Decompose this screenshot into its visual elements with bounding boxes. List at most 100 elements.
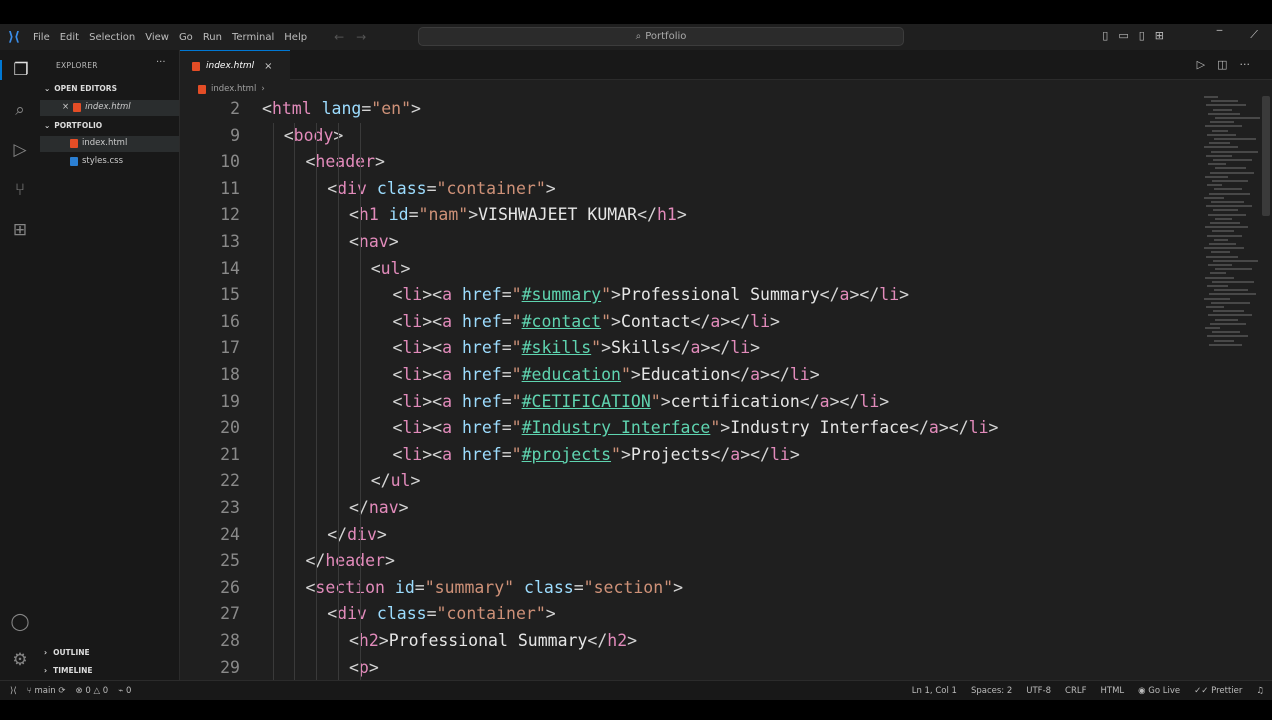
line-number[interactable]: 15	[180, 285, 240, 304]
run-debug-icon[interactable]: ▷	[0, 140, 40, 160]
extensions-icon[interactable]: ⊞	[0, 220, 40, 240]
code-line[interactable]: 24 </div>	[180, 525, 1200, 549]
forward-arrow-icon[interactable]: →	[356, 30, 366, 44]
code-line[interactable]: 14 <ul>	[180, 259, 1200, 283]
indentation[interactable]: Spaces: 2	[971, 686, 1012, 696]
code-line[interactable]: 12 <h1 id="nam">VISHWAJEET KUMAR</h1>	[180, 205, 1200, 229]
toggle-secondary-sidebar-icon[interactable]: ▯	[1139, 29, 1145, 42]
notifications-icon[interactable]: ♫	[1256, 686, 1264, 696]
split-editor-icon[interactable]: ◫	[1217, 58, 1227, 71]
line-number[interactable]: 27	[180, 604, 240, 623]
line-number[interactable]: 9	[180, 126, 240, 145]
code-line[interactable]: 27 <div class="container">	[180, 604, 1200, 628]
line-number[interactable]: 29	[180, 658, 240, 677]
menu-edit[interactable]: Edit	[55, 32, 84, 43]
file-item-index[interactable]: index.html	[70, 138, 127, 148]
code-line[interactable]: 19 <li><a href="#CETIFICATION">certificat…	[180, 392, 1200, 416]
code-line[interactable]: 15 <li><a href="#summary">Professional Su…	[180, 285, 1200, 309]
code-editor[interactable]: 2<html lang="en"> 9<body>10<header> 11<div…	[180, 96, 1200, 685]
line-number[interactable]: 13	[180, 232, 240, 251]
language-mode[interactable]: HTML	[1101, 686, 1125, 696]
prettier-button[interactable]: ✓✓ Prettier	[1194, 686, 1242, 696]
code-line[interactable]: 22 </ul>	[180, 471, 1200, 495]
menu-go[interactable]: Go	[174, 32, 198, 43]
run-icon[interactable]: ▷	[1197, 58, 1205, 71]
tab-index-html[interactable]: index.html ×	[180, 50, 290, 81]
line-number[interactable]: 17	[180, 338, 240, 357]
more-actions-icon[interactable]: ···	[156, 57, 166, 68]
line-number[interactable]: 11	[180, 179, 240, 198]
line-number[interactable]: 10	[180, 152, 240, 171]
remote-icon[interactable]: ⟩⟨	[10, 686, 17, 696]
end-of-line[interactable]: CRLF	[1065, 686, 1086, 696]
more-actions-icon[interactable]: ···	[1240, 58, 1251, 71]
customize-layout-icon[interactable]: ⊞	[1155, 29, 1164, 42]
open-editors-section[interactable]: ⌄ OPEN EDITORS	[44, 84, 117, 93]
line-number[interactable]: 2	[180, 99, 240, 118]
line-number[interactable]: 16	[180, 312, 240, 331]
accounts-icon[interactable]: ◯	[0, 612, 40, 632]
cursor-position[interactable]: Ln 1, Col 1	[912, 686, 957, 696]
open-editor-item[interactable]: × index.html	[62, 102, 131, 112]
menu-help[interactable]: Help	[279, 32, 312, 43]
code-line[interactable]: 9 <body>	[180, 126, 1200, 150]
line-number[interactable]: 23	[180, 498, 240, 517]
back-arrow-icon[interactable]: ←	[334, 30, 344, 44]
code-line[interactable]: 21 <li><a href="#projects">Projects</a></…	[180, 445, 1200, 469]
command-center-search[interactable]: ⌕ Portfolio	[418, 27, 904, 46]
code-line[interactable]: 26 <section id="summary" class="section">	[180, 578, 1200, 602]
go-live-button[interactable]: ◉ Go Live	[1138, 686, 1180, 696]
vertical-scrollbar[interactable]	[1260, 96, 1272, 680]
minimize-icon[interactable]: ‾	[1217, 28, 1223, 42]
toggle-panel-icon[interactable]: ▭	[1118, 29, 1128, 42]
menu-selection[interactable]: Selection	[84, 32, 140, 43]
code-line[interactable]: 17 <li><a href="#skills">Skills</a></li>	[180, 338, 1200, 362]
outline-section[interactable]: › OUTLINE	[44, 648, 90, 657]
line-number[interactable]: 22	[180, 471, 240, 490]
source-control-icon[interactable]: ⑂	[0, 180, 40, 200]
settings-gear-icon[interactable]: ⚙	[0, 650, 40, 670]
close-icon[interactable]: ×	[62, 102, 69, 112]
line-number[interactable]: 20	[180, 418, 240, 437]
close-icon[interactable]: ×	[264, 61, 272, 72]
menu-terminal[interactable]: Terminal	[227, 32, 279, 43]
code-line[interactable]: 11 <div class="container">	[180, 179, 1200, 203]
code-token: li	[859, 391, 880, 411]
file-item-styles[interactable]: styles.css	[70, 156, 123, 166]
code-line[interactable]: 28 <h2>Professional Summary</h2>	[180, 631, 1200, 655]
code-line[interactable]: 18 <li><a href="#education">Education</a>…	[180, 365, 1200, 389]
code-line[interactable]: 16 <li><a href="#contact">Contact</a></li…	[180, 312, 1200, 336]
breadcrumb[interactable]: index.html ›	[198, 82, 265, 96]
timeline-section[interactable]: › TIMELINE	[44, 666, 93, 675]
code-line[interactable]: 23 </nav>	[180, 498, 1200, 522]
code-line[interactable]: 2 <html lang="en">	[180, 99, 1200, 123]
code-line[interactable]: 25 </header>	[180, 551, 1200, 575]
menu-run[interactable]: Run	[198, 32, 227, 43]
search-view-icon[interactable]: ⌕	[0, 100, 40, 120]
line-number[interactable]: 26	[180, 578, 240, 597]
code-line[interactable]: 13 <nav>	[180, 232, 1200, 256]
line-number[interactable]: 18	[180, 365, 240, 384]
ports-item[interactable]: ⌁ 0	[118, 686, 131, 696]
line-number[interactable]: 19	[180, 392, 240, 411]
minimap[interactable]	[1204, 96, 1260, 356]
menu-view[interactable]: View	[140, 32, 174, 43]
portfolio-folder-section[interactable]: ⌄ PORTFOLIO	[44, 121, 102, 130]
line-number[interactable]: 21	[180, 445, 240, 464]
line-number[interactable]: 24	[180, 525, 240, 544]
line-number[interactable]: 14	[180, 259, 240, 278]
problems-item[interactable]: ⊗ 0 △ 0	[76, 686, 109, 696]
line-number[interactable]: 28	[180, 631, 240, 650]
line-number[interactable]: 25	[180, 551, 240, 570]
branch-item[interactable]: ⑂ main ⟳	[27, 686, 66, 696]
code-line[interactable]: 10 <header>	[180, 152, 1200, 176]
restore-icon[interactable]: ⟋	[1250, 28, 1258, 42]
toggle-sidebar-icon[interactable]: ▯	[1102, 29, 1108, 42]
encoding[interactable]: UTF-8	[1026, 686, 1051, 696]
code-line[interactable]: 20 <li><a href="#Industry Interface">Indu…	[180, 418, 1200, 442]
menu-file[interactable]: File	[28, 32, 55, 43]
line-number[interactable]: 12	[180, 205, 240, 224]
code-line[interactable]: 29 <p>	[180, 658, 1200, 682]
scroll-thumb[interactable]	[1262, 96, 1270, 216]
explorer-icon[interactable]: ❐	[0, 60, 40, 80]
